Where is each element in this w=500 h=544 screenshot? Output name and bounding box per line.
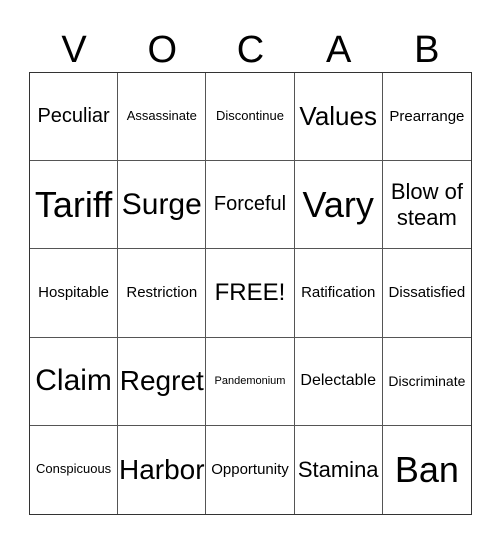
cell-text: Pandemonium — [214, 374, 286, 387]
cell-text: Blow of steam — [390, 179, 463, 230]
cell-text: Hospitable — [38, 284, 110, 302]
bingo-cell: Ratification — [294, 249, 383, 338]
cell-text: Ban — [394, 449, 459, 491]
cell-text: Discontinue — [216, 108, 284, 124]
bingo-cell: Conspicuous — [30, 425, 119, 514]
header-letter: B — [414, 29, 440, 71]
bingo-header: V O C A B — [30, 26, 471, 74]
cell-text: Peculiar — [37, 105, 110, 128]
cell-text: Claim — [35, 363, 112, 397]
bingo-grid: Peculiar Assassinate Discontinue Values Prea… — [29, 72, 472, 515]
bingo-cell: Stamina — [295, 425, 383, 514]
bingo-cell: Hospitable — [30, 249, 119, 338]
free-space-cell: FREE! — [206, 249, 295, 338]
cell-text: Delectable — [300, 372, 376, 389]
header-letter: O — [147, 29, 178, 71]
bingo-cell: Dissatisfied — [382, 249, 471, 338]
cell-text: Stamina — [297, 457, 379, 483]
bingo-cell: Restriction — [118, 249, 207, 338]
bingo-cell: Blow of steam — [382, 161, 471, 250]
cell-text: Discriminate — [388, 373, 466, 390]
cell-text: Tariff — [34, 184, 113, 226]
cell-text: FREE! — [214, 279, 286, 307]
bingo-cell: Tariff — [30, 161, 119, 250]
cell-text: Values — [299, 100, 377, 131]
header-letter: C — [236, 29, 265, 71]
bingo-cell: Peculiar — [30, 73, 119, 162]
bingo-cell: Harbor — [118, 425, 207, 514]
cell-text: Restriction — [126, 284, 198, 302]
bingo-cell: Claim — [30, 337, 119, 426]
bingo-cell: Regret — [118, 337, 207, 426]
bingo-cell: Forceful — [206, 161, 295, 250]
cell-text: Dissatisfied — [388, 284, 466, 302]
cell-text: Harbor — [118, 453, 205, 485]
cell-text: Surge — [121, 187, 202, 221]
bingo-cell: Discriminate — [382, 338, 471, 426]
cell-text: Vary — [302, 184, 374, 226]
cell-text: Conspicuous — [36, 461, 112, 477]
bingo-cell: Opportunity — [206, 425, 295, 514]
header-letter: A — [325, 29, 352, 71]
cell-text: Opportunity — [211, 461, 289, 479]
cell-text: Assassinate — [126, 108, 197, 124]
bingo-cell: Pandemonium — [206, 337, 295, 426]
bingo-cell: Discontinue — [206, 73, 295, 162]
bingo-cell: Surge — [118, 161, 207, 250]
cell-text: Regret — [119, 365, 204, 397]
bingo-cell: Ban — [383, 426, 471, 514]
bingo-cell: Prearrange — [382, 73, 471, 162]
bingo-cell: Vary — [294, 161, 383, 250]
cell-text: Forceful — [213, 193, 287, 216]
bingo-cell: Assassinate — [118, 73, 207, 162]
cell-text: Ratification — [301, 284, 376, 302]
cell-text: Prearrange — [389, 107, 465, 125]
bingo-cell: Values — [294, 73, 383, 162]
header-letter: V — [61, 29, 87, 71]
bingo-cell: Delectable — [294, 337, 383, 426]
